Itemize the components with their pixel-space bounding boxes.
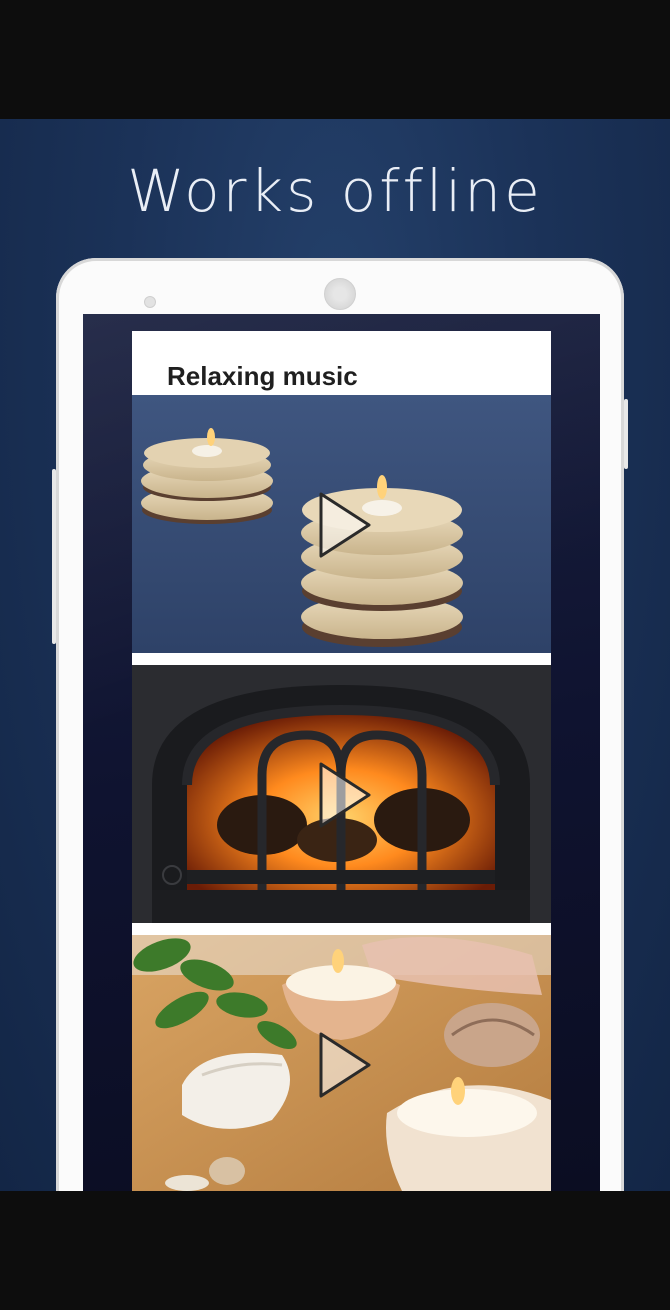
speaker-grille <box>324 278 356 310</box>
track-tile-seashell-candles[interactable] <box>132 935 551 1191</box>
play-icon[interactable] <box>315 760 375 830</box>
play-icon[interactable] <box>315 490 375 560</box>
headline: Works offline <box>127 157 543 225</box>
letterbox-top <box>0 0 670 119</box>
card-title: Relaxing music <box>167 361 358 391</box>
play-icon[interactable] <box>315 1030 375 1100</box>
volume-button <box>52 469 56 644</box>
track-tile-cookie-candles[interactable] <box>132 395 551 653</box>
phone-screen: Relaxing music <box>83 314 600 1191</box>
promo-background: Works offline Relaxing music <box>0 119 670 1191</box>
track-tile-fireplace[interactable] <box>132 665 551 923</box>
letterbox-bottom <box>0 1191 670 1310</box>
music-card: Relaxing music <box>132 331 551 1191</box>
power-button <box>624 399 628 469</box>
front-camera <box>144 296 156 308</box>
